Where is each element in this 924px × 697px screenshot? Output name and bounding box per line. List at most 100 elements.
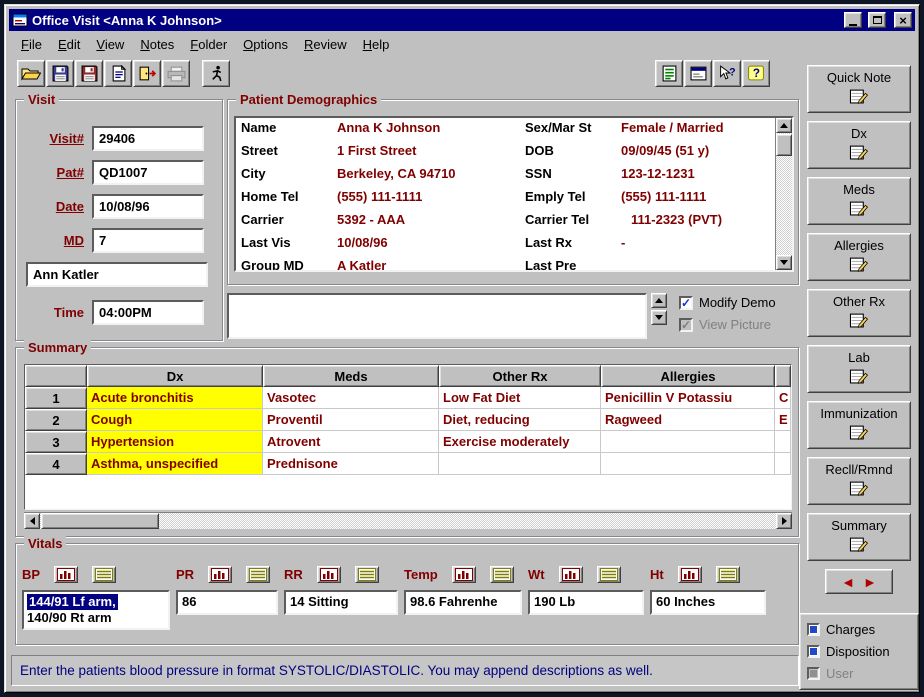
row-number[interactable]: 1 xyxy=(25,387,87,409)
temp-graph-button[interactable] xyxy=(452,566,476,583)
rr-flowsheet-button[interactable] xyxy=(355,566,379,583)
minimize-button[interactable] xyxy=(844,12,862,28)
disposition-checkbox[interactable]: Disposition xyxy=(807,642,911,660)
checkbox-box[interactable] xyxy=(807,645,820,658)
visit-notes-box[interactable] xyxy=(227,293,647,339)
pr-flowsheet-button[interactable] xyxy=(246,566,270,583)
bp-flowsheet-button[interactable] xyxy=(92,566,116,583)
allergies-cell[interactable]: Penicillin V Potassiu xyxy=(601,387,775,409)
next-arrow-icon[interactable]: ► xyxy=(863,575,877,589)
dx-cell[interactable]: Asthma, unspecified xyxy=(87,453,263,475)
other-rx-cell[interactable]: Exercise moderately xyxy=(439,431,601,453)
meds-cell[interactable]: Vasotec xyxy=(263,387,439,409)
scroll-left-button[interactable] xyxy=(24,513,40,529)
scroll-right-button[interactable] xyxy=(776,513,792,529)
dx-cell[interactable]: Hypertension xyxy=(87,431,263,453)
rr-field[interactable]: 14 Sitting xyxy=(284,590,398,615)
column-header-other-rx[interactable]: Other Rx xyxy=(439,365,601,387)
bp-graph-button[interactable] xyxy=(54,566,78,583)
row-number[interactable]: 2 xyxy=(25,409,87,431)
menu-folder[interactable]: Folder xyxy=(182,34,235,55)
maximize-button[interactable] xyxy=(868,12,886,28)
date-label[interactable]: Date xyxy=(18,199,92,214)
scroll-down-button[interactable] xyxy=(776,255,792,270)
patient-number-label[interactable]: Pat# xyxy=(18,165,92,180)
sidebar-button-recall-remind[interactable]: Recll/Rmnd xyxy=(807,457,911,505)
column-header-dx[interactable]: Dx xyxy=(87,365,263,387)
help-button[interactable]: ? xyxy=(742,60,770,87)
extra-cell[interactable]: C xyxy=(775,387,791,409)
sidebar-button-dx[interactable]: Dx xyxy=(807,121,911,169)
extra-cell[interactable] xyxy=(775,431,791,453)
menu-help[interactable]: Help xyxy=(355,34,398,55)
notes-scroll-up-button[interactable] xyxy=(651,293,667,308)
demographics-scrollbar[interactable] xyxy=(775,118,792,270)
temp-flowsheet-button[interactable] xyxy=(490,566,514,583)
open-button[interactable] xyxy=(17,60,45,87)
md-field[interactable]: 7 xyxy=(92,228,204,253)
run-task-button[interactable] xyxy=(202,60,230,87)
wt-graph-button[interactable] xyxy=(559,566,583,583)
notes-scroll-down-button[interactable] xyxy=(651,310,667,325)
context-help-button[interactable]: ? xyxy=(713,60,741,87)
bp-field[interactable]: 144/91 Lf arm, 140/90 Rt arm xyxy=(22,590,170,630)
checkbox-box[interactable] xyxy=(807,623,820,636)
close-button[interactable]: × xyxy=(894,12,912,28)
sidebar-button-other-rx[interactable]: Other Rx xyxy=(807,289,911,337)
extra-cell[interactable] xyxy=(775,453,791,475)
new-note-button[interactable] xyxy=(104,60,132,87)
allergies-cell[interactable] xyxy=(601,431,775,453)
scrollbar-thumb[interactable] xyxy=(776,134,792,156)
scrollbar-thumb[interactable] xyxy=(41,513,159,529)
other-rx-cell[interactable] xyxy=(439,453,601,475)
checkbox-box[interactable]: ✓ xyxy=(679,296,693,310)
menu-file[interactable]: File xyxy=(13,34,50,55)
menu-edit[interactable]: Edit xyxy=(50,34,88,55)
dx-cell[interactable]: Cough xyxy=(87,409,263,431)
sidebar-button-summary[interactable]: Summary xyxy=(807,513,911,561)
sidebar-button-lab[interactable]: Lab xyxy=(807,345,911,393)
menu-view[interactable]: View xyxy=(88,34,132,55)
rr-graph-button[interactable] xyxy=(317,566,341,583)
row-number[interactable]: 3 xyxy=(25,431,87,453)
ht-field[interactable]: 60 Inches xyxy=(650,590,766,615)
save-button[interactable] xyxy=(46,60,74,87)
prev-arrow-icon[interactable]: ◄ xyxy=(841,575,855,589)
nav-arrows-button[interactable]: ◄ ► xyxy=(825,569,893,594)
ht-flowsheet-button[interactable] xyxy=(716,566,740,583)
temp-field[interactable]: 98.6 Fahrenhe xyxy=(404,590,522,615)
date-field[interactable]: 10/08/96 xyxy=(92,194,204,219)
allergies-cell[interactable]: Ragweed xyxy=(601,409,775,431)
ht-graph-button[interactable] xyxy=(678,566,702,583)
other-rx-cell[interactable]: Diet, reducing xyxy=(439,409,601,431)
sidebar-button-immunization[interactable]: Immunization xyxy=(807,401,911,449)
menu-notes[interactable]: Notes xyxy=(132,34,182,55)
dx-cell[interactable]: Acute bronchitis xyxy=(87,387,263,409)
row-number[interactable]: 4 xyxy=(25,453,87,475)
meds-cell[interactable]: Proventil xyxy=(263,409,439,431)
menu-options[interactable]: Options xyxy=(235,34,296,55)
wt-field[interactable]: 190 Lb xyxy=(528,590,644,615)
pr-graph-button[interactable] xyxy=(208,566,232,583)
visit-number-label[interactable]: Visit# xyxy=(18,131,92,146)
summary-h-scrollbar[interactable] xyxy=(24,512,792,529)
meds-cell[interactable]: Prednisone xyxy=(263,453,439,475)
allergies-cell[interactable] xyxy=(601,453,775,475)
pr-field[interactable]: 86 xyxy=(176,590,278,615)
md-label[interactable]: MD xyxy=(18,233,92,248)
form-view-button[interactable] xyxy=(684,60,712,87)
save-notes-button[interactable] xyxy=(75,60,103,87)
patient-number-field[interactable]: QD1007 xyxy=(92,160,204,185)
other-rx-cell[interactable]: Low Fat Diet xyxy=(439,387,601,409)
visit-number-field[interactable]: 29406 xyxy=(92,126,204,151)
column-header-allergies[interactable]: Allergies xyxy=(601,365,775,387)
visit-list-button[interactable] xyxy=(655,60,683,87)
sidebar-button-meds[interactable]: Meds xyxy=(807,177,911,225)
scroll-up-button[interactable] xyxy=(776,118,792,133)
charges-checkbox[interactable]: Charges xyxy=(807,620,911,638)
wt-flowsheet-button[interactable] xyxy=(597,566,621,583)
modify-demo-checkbox[interactable]: ✓ Modify Demo xyxy=(679,295,776,310)
demographics-list[interactable]: NameAnna K JohnsonSex/Mar StFemale / Mar… xyxy=(234,116,794,272)
sidebar-button-quick-note[interactable]: Quick Note xyxy=(807,65,911,113)
menu-review[interactable]: Review xyxy=(296,34,355,55)
